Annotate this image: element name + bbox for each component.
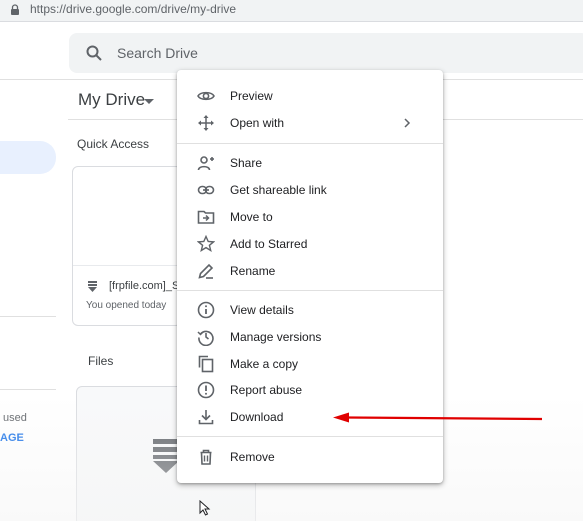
files-heading: Files xyxy=(88,354,114,368)
quick-access-heading: Quick Access xyxy=(77,137,150,151)
file-archive-icon xyxy=(88,281,97,292)
menu-item-label: Open with xyxy=(230,116,285,130)
menu-item-preview[interactable]: Preview xyxy=(177,83,443,110)
pencil-icon xyxy=(198,263,214,279)
person-add-icon xyxy=(197,156,214,171)
info-icon xyxy=(197,301,215,319)
annotation-arrow xyxy=(333,412,543,423)
alert-icon xyxy=(197,381,215,399)
search-icon[interactable] xyxy=(85,44,103,62)
quick-access-card[interactable]: [frpfile.com]_S You opened today xyxy=(72,166,182,326)
menu-item-remove[interactable]: Remove xyxy=(177,444,443,471)
menu-item-view-details[interactable]: View details xyxy=(177,297,443,324)
sidebar-item-my-drive[interactable] xyxy=(0,141,56,174)
file-archive-icon xyxy=(153,439,179,473)
menu-item-manage-versions[interactable]: Manage versions xyxy=(177,324,443,351)
folder-move-icon xyxy=(197,210,215,224)
menu-item-move-to[interactable]: Move to xyxy=(177,204,443,231)
menu-item-make-a-copy[interactable]: Make a copy xyxy=(177,351,443,378)
menu-item-label: Download xyxy=(230,410,284,424)
star-icon xyxy=(197,235,215,252)
lock-icon xyxy=(11,4,19,15)
menu-item-label: Share xyxy=(230,156,263,170)
upgrade-storage-link[interactable]: AGE xyxy=(0,432,24,444)
chevron-down-icon[interactable] xyxy=(144,99,154,104)
move-arrows-icon xyxy=(198,115,214,131)
menu-item-label: Make a copy xyxy=(230,357,299,371)
history-icon xyxy=(197,330,214,346)
menu-item-label: Rename xyxy=(230,264,276,278)
menu-item-open-with[interactable]: Open with xyxy=(177,110,443,137)
page-title[interactable]: My Drive xyxy=(78,90,145,110)
menu-divider xyxy=(177,290,443,291)
menu-item-label: Add to Starred xyxy=(230,237,308,251)
chevron-right-icon xyxy=(404,118,411,128)
quick-access-activity: You opened today xyxy=(86,300,167,311)
search-placeholder: Search Drive xyxy=(117,45,198,61)
link-icon xyxy=(197,185,215,195)
download-icon xyxy=(198,410,214,425)
menu-item-label: Get shareable link xyxy=(230,183,327,197)
menu-item-share[interactable]: Share xyxy=(177,150,443,177)
sidebar-divider xyxy=(0,389,56,390)
storage-used-text: used xyxy=(3,412,27,424)
search-input[interactable]: Search Drive xyxy=(69,33,583,73)
menu-divider xyxy=(177,436,443,437)
menu-divider xyxy=(177,143,443,144)
eye-icon xyxy=(197,91,215,101)
url-text[interactable]: https://drive.google.com/drive/my-drive xyxy=(30,2,236,16)
menu-item-label: View details xyxy=(230,303,294,317)
card-divider xyxy=(73,265,181,266)
menu-item-label: Remove xyxy=(230,450,275,464)
menu-item-add-to-starred[interactable]: Add to Starred xyxy=(177,231,443,258)
mouse-cursor-icon xyxy=(199,500,211,516)
menu-item-get-shareable-link[interactable]: Get shareable link xyxy=(177,177,443,204)
sidebar-divider xyxy=(0,316,56,317)
menu-item-report-abuse[interactable]: Report abuse xyxy=(177,377,443,404)
menu-item-rename[interactable]: Rename xyxy=(177,258,443,285)
trash-icon xyxy=(200,449,212,465)
menu-item-label: Report abuse xyxy=(230,383,303,397)
quick-access-file-name: [frpfile.com]_S xyxy=(109,280,180,292)
menu-item-label: Move to xyxy=(230,210,273,224)
copy-icon xyxy=(198,355,214,373)
menu-item-label: Preview xyxy=(230,89,273,103)
menu-item-label: Manage versions xyxy=(230,330,322,344)
browser-address-bar[interactable]: https://drive.google.com/drive/my-drive xyxy=(0,0,583,22)
